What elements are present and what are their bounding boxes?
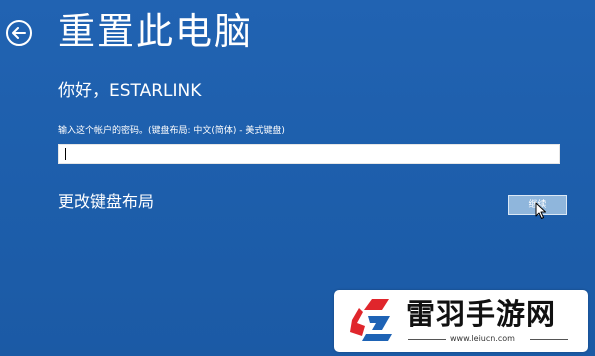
password-prompt-label: 输入这个帐户的密码。(键盘布局: 中文(简体) - 美式键盘) <box>58 126 285 136</box>
back-arrow-icon <box>12 27 26 39</box>
watermark-url: www.leiucn.com <box>450 334 515 343</box>
account-greeting: 你好，ESTARLINK <box>58 81 202 101</box>
watermark-site-name: 雷羽手游网 <box>406 297 557 331</box>
reset-pc-screen: 重置此电脑 你好，ESTARLINK 输入这个帐户的密码。(键盘布局: 中文(简… <box>0 0 595 356</box>
text-caret <box>65 148 66 160</box>
mouse-pointer-icon <box>535 202 546 219</box>
watermark-divider-right <box>530 339 568 340</box>
change-keyboard-layout-link[interactable]: 更改键盘布局 <box>58 190 154 214</box>
back-button[interactable] <box>6 20 32 46</box>
page-title: 重置此电脑 <box>58 10 253 53</box>
site-watermark: 雷羽手游网 www.leiucn.com <box>334 290 588 352</box>
leiyu-logo-icon <box>350 299 392 341</box>
watermark-divider-left <box>408 339 446 340</box>
password-input[interactable] <box>58 144 560 164</box>
